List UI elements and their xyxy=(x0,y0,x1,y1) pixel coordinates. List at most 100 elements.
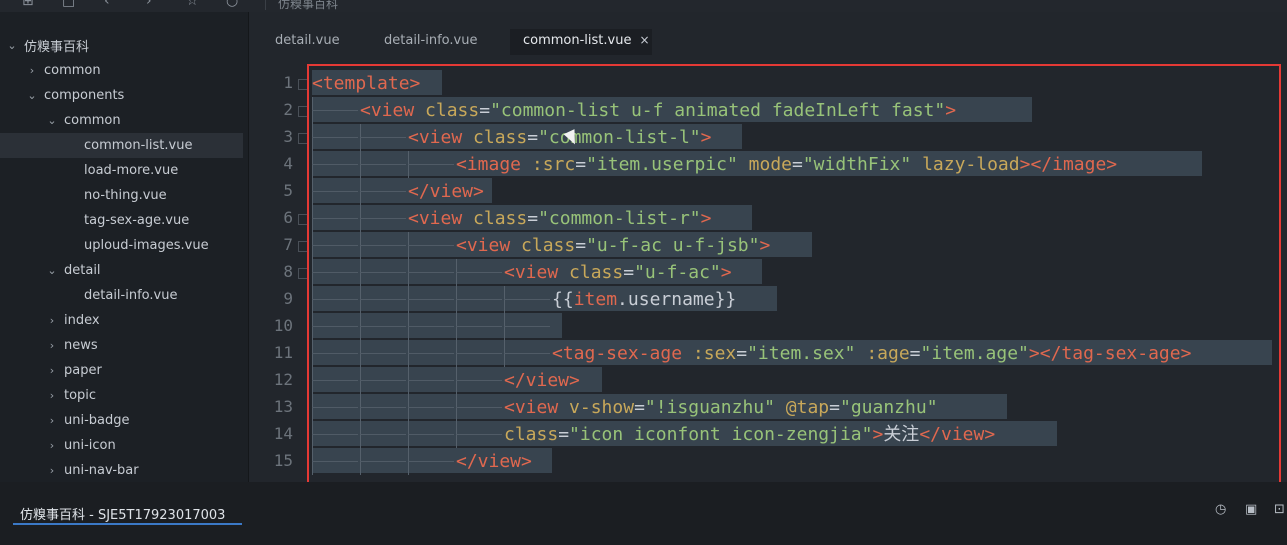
tree-item[interactable]: › news xyxy=(0,333,248,358)
chevron-right-icon[interactable]: › xyxy=(46,414,58,427)
line-number: 15 xyxy=(273,451,293,470)
tree-item-label: tag-sex-age.vue xyxy=(84,213,190,228)
new-file-icon[interactable]: ⊞ xyxy=(22,0,34,8)
code-token: username xyxy=(627,289,715,310)
code-line[interactable]: <view class="common-list-l"> xyxy=(312,124,742,151)
line-number: 9 xyxy=(283,289,293,308)
indent-guide xyxy=(504,313,552,340)
fold-marker-icon[interactable] xyxy=(298,241,309,252)
expand-icon[interactable]: ⊡ xyxy=(1274,502,1285,517)
code-token: {{ xyxy=(552,289,574,310)
code-line[interactable]: </view> xyxy=(312,178,492,205)
tree-item[interactable]: tag-sex-age.vue xyxy=(0,208,248,233)
code-editor[interactable]: detail.vue detail-info.vue common-list.v… xyxy=(249,12,1287,482)
code-token: </view> xyxy=(504,370,580,391)
code-text: </view> xyxy=(312,367,580,394)
chevron-right-icon[interactable]: › xyxy=(46,389,58,402)
chevron-right-icon[interactable]: › xyxy=(46,364,58,377)
tree-item[interactable]: detail-info.vue xyxy=(0,283,248,308)
tree-item[interactable]: › paper xyxy=(0,358,248,383)
fold-marker-icon[interactable] xyxy=(298,214,309,225)
code-token: "common-list-r" xyxy=(538,208,701,229)
chevron-right-icon[interactable]: › xyxy=(26,64,38,77)
tree-item-label: load-more.vue xyxy=(84,163,179,178)
fold-marker-icon[interactable] xyxy=(298,106,309,117)
code-line[interactable]: <view v-show="!isguanzhu" @tap="guanzhu" xyxy=(312,394,1007,421)
line-number: 7 xyxy=(283,235,293,254)
code-text: <view v-show="!isguanzhu" @tap="guanzhu" xyxy=(312,394,948,421)
tree-item[interactable]: no-thing.vue xyxy=(0,183,248,208)
close-icon[interactable]: × xyxy=(639,33,649,47)
code-text: </view> xyxy=(312,178,484,205)
code-token: <template> xyxy=(312,73,421,94)
chevron-right-icon[interactable]: › xyxy=(46,314,58,327)
toolbar-path: 仿糗事百科 xyxy=(278,0,339,11)
tree-item[interactable]: › common xyxy=(0,58,248,83)
tree-item-label: uploud-images.vue xyxy=(84,238,209,253)
chevron-down-icon[interactable]: ⌄ xyxy=(46,114,58,127)
code-token: "item.age" xyxy=(920,343,1029,364)
tree-item[interactable]: › topic xyxy=(0,383,248,408)
code-line[interactable]: </view> xyxy=(312,448,552,475)
code-line[interactable]: <view class="common-list-r"> xyxy=(312,205,752,232)
code-text: <image :src="item.userpic" mode="widthFi… xyxy=(312,151,1117,178)
tab-detail-info-vue[interactable]: detail-info.vue xyxy=(384,33,477,48)
tab-detail-vue[interactable]: detail.vue xyxy=(275,33,340,48)
chevron-down-icon[interactable]: ⌄ xyxy=(6,39,18,52)
fold-marker-icon[interactable] xyxy=(298,268,309,279)
chevron-right-icon[interactable]: › xyxy=(46,464,58,477)
play-icon[interactable]: ◷ xyxy=(1215,502,1226,517)
tab-common-list-vue[interactable]: common-list.vue × xyxy=(523,33,650,48)
code-token: <tag-sex-age xyxy=(552,343,683,364)
code-line[interactable]: <tag-sex-age :sex="item.sex" :age="item.… xyxy=(312,340,1272,367)
code-token: <image xyxy=(456,154,522,175)
code-line[interactable]: <view class="u-f-ac u-f-jsb"> xyxy=(312,232,812,259)
indent-guide xyxy=(504,286,552,313)
code-token: = xyxy=(558,424,570,445)
stop-icon[interactable]: ▣ xyxy=(1245,502,1257,517)
fold-marker-icon[interactable] xyxy=(298,79,309,90)
code-text: <view class="common-list u-f animated fa… xyxy=(312,97,956,124)
code-line[interactable]: <image :src="item.userpic" mode="widthFi… xyxy=(312,151,1202,178)
save-icon[interactable]: □ xyxy=(62,0,75,8)
back-icon[interactable]: ‹ xyxy=(104,0,110,8)
code-line[interactable] xyxy=(312,313,574,340)
code-token: :age xyxy=(866,343,910,364)
chevron-right-icon[interactable]: › xyxy=(46,339,58,352)
tree-item[interactable]: ⌄ detail xyxy=(0,258,248,283)
tree-item[interactable]: ⌄ 仿糗事百科 xyxy=(0,33,248,58)
tree-item[interactable]: load-more.vue xyxy=(0,158,248,183)
tree-item-label: common xyxy=(64,113,121,128)
tree-item[interactable]: ⌄ components xyxy=(0,83,248,108)
tree-item[interactable]: › index xyxy=(0,308,248,333)
tree-item-label: 仿糗事百科 xyxy=(24,40,90,55)
tree-item[interactable]: ⌄ common xyxy=(0,108,248,133)
code-line[interactable]: <view class="u-f-ac"> xyxy=(312,259,762,286)
star-icon[interactable]: ☆ xyxy=(186,0,199,8)
tree-item[interactable]: common-list.vue xyxy=(0,133,243,158)
code-line[interactable]: {{item.username}} xyxy=(312,286,777,313)
top-toolbar: ⊞ □ ‹ › ☆ ○ 仿糗事百科 xyxy=(0,0,1287,12)
chevron-right-icon[interactable]: › xyxy=(46,439,58,452)
tree-item[interactable]: › uni-badge xyxy=(0,408,248,433)
code-token: <view xyxy=(504,397,559,418)
tree-item[interactable]: › uni-nav-bar xyxy=(0,458,248,482)
code-line[interactable]: class="icon iconfont icon-zengjia">关注</v… xyxy=(312,421,1057,448)
indent-guide xyxy=(312,340,360,367)
console-tab[interactable]: 仿糗事百科 - SJE5T17923017003 xyxy=(20,504,225,523)
code-token: </view> xyxy=(456,451,532,472)
tree-item[interactable]: uploud-images.vue xyxy=(0,233,248,258)
tree-item[interactable]: › uni-icon xyxy=(0,433,248,458)
code-line[interactable]: <view class="common-list u-f animated fa… xyxy=(312,97,1032,124)
code-line[interactable]: </view> xyxy=(312,367,602,394)
chevron-down-icon[interactable]: ⌄ xyxy=(26,89,38,102)
chevron-down-icon[interactable]: ⌄ xyxy=(46,264,58,277)
fold-marker-icon[interactable] xyxy=(298,133,309,144)
indent-guide xyxy=(312,205,360,232)
code-line[interactable]: <template> xyxy=(312,70,442,97)
forward-icon[interactable]: › xyxy=(146,0,152,8)
code-token: "!isguanzhu" xyxy=(644,397,775,418)
run-icon[interactable]: ○ xyxy=(226,0,238,8)
